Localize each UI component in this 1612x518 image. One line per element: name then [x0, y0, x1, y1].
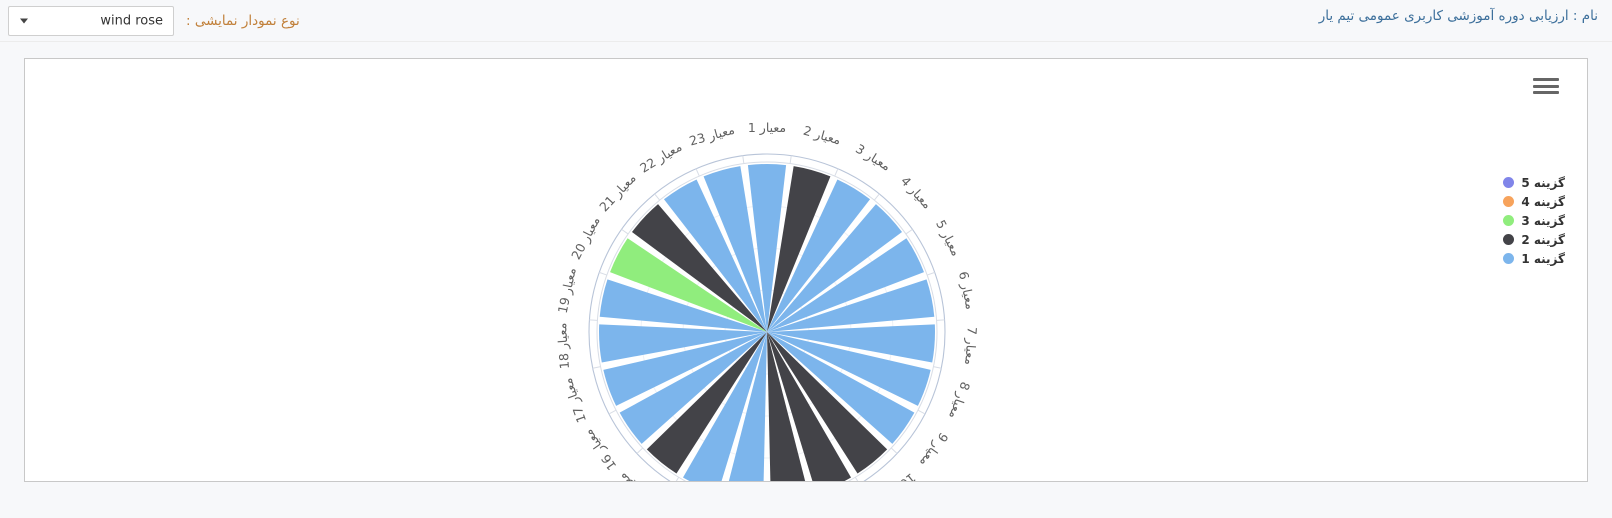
legend-item[interactable]: گزینه 5	[1503, 175, 1565, 190]
legend-item-label: گزینه 1	[1521, 251, 1565, 266]
legend-item[interactable]: گزینه 1	[1503, 251, 1565, 266]
chart-card: معیار 1 معیار 2 معیار 3 معیار 4 معیار 5 معیار…	[24, 58, 1588, 482]
polar-tick	[742, 155, 745, 164]
polar-tick	[654, 193, 661, 201]
chart-type-select-value: wind rose	[100, 13, 163, 29]
chevron-down-icon	[20, 18, 28, 24]
polar-tick	[599, 271, 607, 276]
polar-tick	[789, 155, 792, 164]
polar-axis-label: معیار 7	[961, 326, 980, 365]
chart-legend: گزینه 5 گزینه 4 گزینه 3 گزینه 2 گزینه 1	[1503, 175, 1565, 266]
legend-item[interactable]: گزینه 4	[1503, 194, 1565, 209]
polar-tick	[936, 319, 945, 321]
legend-item[interactable]: گزینه 3	[1503, 213, 1565, 228]
polar-axis-label: معیار 5	[932, 217, 964, 258]
polar-axis-label: معیار 15	[615, 469, 661, 481]
legend-item-label: گزینه 5	[1521, 175, 1565, 190]
polar-tick	[927, 271, 935, 276]
polar-tick	[834, 168, 839, 177]
polar-tick	[589, 319, 598, 321]
legend-item[interactable]: گزینه 2	[1503, 232, 1565, 247]
polar-axis-label: معیار 3	[852, 141, 893, 175]
polar-axis-label: معیار 17	[560, 376, 591, 425]
polar-tick	[890, 447, 898, 454]
polar-axis-label: معیار 6	[955, 270, 978, 311]
polar-axis-label: معیار 2	[801, 123, 842, 149]
polar-axis-label: معیار 8	[945, 380, 973, 421]
polar-axis-label: معیار 16	[580, 426, 620, 473]
legend-color-swatch	[1503, 253, 1515, 264]
polar-tick	[592, 366, 601, 369]
polar-axis-label: معیار 19	[555, 266, 580, 315]
legend-color-swatch	[1503, 215, 1515, 226]
polar-axis-label: معیار 18	[554, 322, 573, 369]
toolbar: wind rose نوع نمودار نمایشی : نام : ارزی…	[0, 0, 1612, 42]
polar-axis-label: معیار 9	[916, 429, 951, 470]
polar-tick	[854, 476, 859, 481]
wind-rose-svg: معیار 1 معیار 2 معیار 3معیار 4 معیار 5 معیار…	[554, 120, 980, 481]
page-title: نام : ارزیابی دوره آموزشی کاربری عمومی ت…	[1318, 8, 1598, 24]
polar-tick	[636, 447, 644, 454]
polar-tick	[917, 409, 926, 415]
polar-tick	[675, 476, 680, 481]
polar-axis-label: معیار 10	[873, 469, 919, 481]
polar-tick	[873, 193, 880, 201]
wind-rose-plot: معیار 1 معیار 2 معیار 3 معیار 4 معیار 5 معیار…	[25, 59, 1589, 481]
chart-type-selector-group: wind rose نوع نمودار نمایشی :	[8, 6, 300, 36]
polar-axis-label: معیار 20	[568, 214, 603, 262]
legend-item-label: گزینه 2	[1521, 232, 1565, 247]
legend-color-swatch	[1503, 196, 1515, 207]
legend-color-swatch	[1503, 177, 1515, 188]
polar-tick	[608, 409, 617, 415]
polar-tick	[905, 228, 913, 235]
polar-axis-label: معیار 22	[637, 139, 685, 177]
polar-axis-label: معیار 4	[897, 173, 935, 212]
legend-item-label: گزینه 4	[1521, 194, 1565, 209]
chart-type-label: نوع نمودار نمایشی :	[186, 13, 300, 29]
legend-color-swatch	[1503, 234, 1515, 245]
chart-type-select[interactable]: wind rose	[8, 6, 174, 36]
polar-tick	[695, 168, 700, 177]
legend-item-label: گزینه 3	[1521, 213, 1565, 228]
polar-axis-label: معیار 21	[596, 170, 639, 215]
polar-tick	[933, 366, 942, 369]
polar-axis-label: معیار 1	[748, 120, 786, 136]
polar-axis-label: معیار 23	[688, 122, 737, 150]
polar-tick	[621, 228, 629, 235]
